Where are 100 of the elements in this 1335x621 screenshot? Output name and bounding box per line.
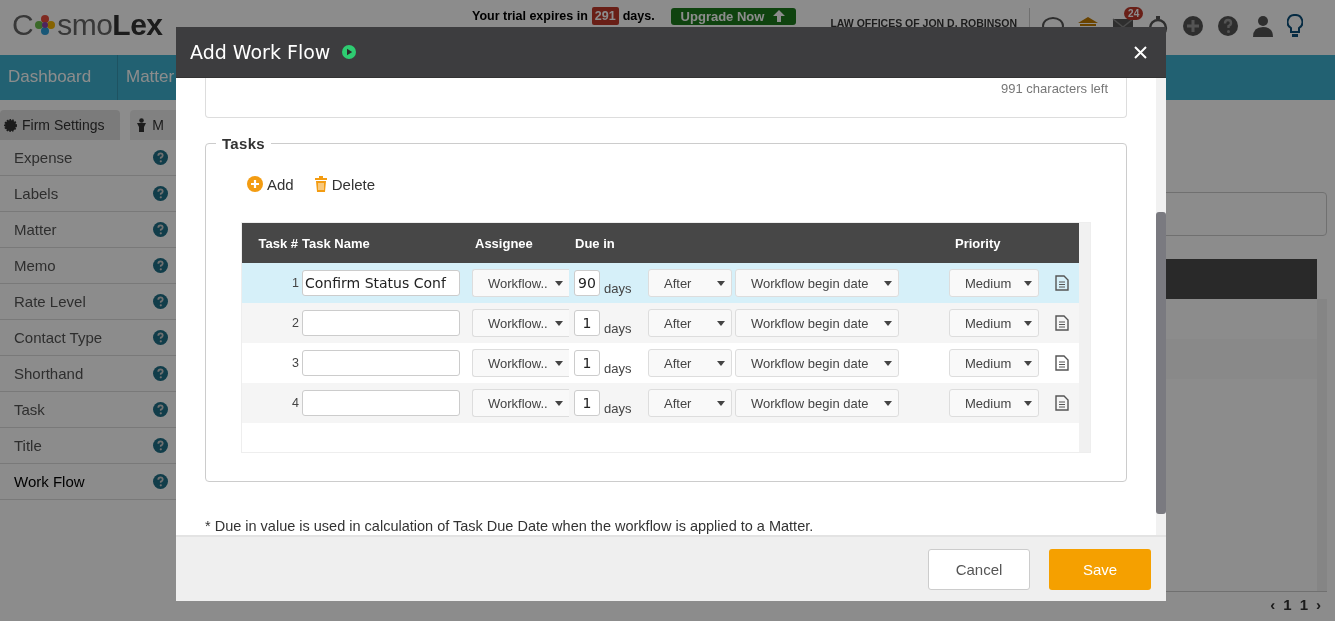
priority-select[interactable]: Medium [949,349,1039,377]
assignee-select[interactable]: Workflow.. [472,349,569,377]
tasks-legend: Tasks [216,135,271,152]
pagination-item[interactable]: 1 [1299,596,1308,613]
relation-select[interactable]: After [648,309,732,337]
assignee-select[interactable]: Workflow.. [472,309,569,337]
help-icon[interactable] [1217,15,1240,37]
relation-select[interactable]: After [648,269,732,297]
caret-icon [555,320,563,326]
due-in-field[interactable]: 1 [574,310,600,336]
characters-left-text: 991 characters left [1001,81,1108,96]
days-label: days [604,279,633,296]
due-in-field[interactable]: 1 [574,390,600,416]
plus-icon[interactable] [1182,15,1205,37]
help-icon[interactable] [153,366,168,381]
firm-name: LAW OFFICES OF JON D. ROBINSON [830,17,1018,29]
pagination-item[interactable]: › [1316,596,1321,613]
base-date-select[interactable]: Workflow begin date [735,349,899,377]
person-icon [136,118,148,132]
column-header: Task Name [302,235,371,251]
document-icon[interactable] [1055,275,1069,291]
due-in-field[interactable]: 90 [574,270,600,296]
days-label: days [604,319,633,336]
caret-icon [1024,280,1032,286]
cancel-button[interactable]: Cancel [928,548,1030,590]
mail-count-badge: 24 [1124,7,1144,20]
table-row[interactable]: 2 Workflow.. 1 days After Workflow begin date Medium [242,303,1079,343]
column-header: Priority [954,235,1002,251]
trash-icon [313,176,328,192]
help-icon[interactable] [153,474,168,489]
caret-icon [717,360,725,366]
caret-icon [884,360,892,366]
delete-button[interactable]: Delete [313,175,376,193]
pagination-item[interactable]: 1 [1283,596,1292,613]
help-icon[interactable] [153,330,168,345]
trial-days-badge: 291 [591,7,619,25]
relation-select[interactable]: After [648,389,732,417]
flower-icon [33,13,58,37]
caret-icon [1024,360,1032,366]
priority-select[interactable]: Medium [949,309,1039,337]
add-button[interactable]: Add [247,175,294,193]
caret-icon [717,280,725,286]
play-icon[interactable] [342,45,357,59]
days-label: days [604,359,633,376]
scrollbar-track[interactable] [1079,223,1090,452]
plus-icon [247,176,263,192]
help-icon[interactable] [153,438,168,453]
relation-select[interactable]: After [648,349,732,377]
base-date-select[interactable]: Workflow begin date [735,309,899,337]
help-icon[interactable] [153,222,168,237]
pagination-item[interactable]: ‹ [1270,596,1276,613]
document-icon[interactable] [1055,355,1069,371]
caret-icon [884,280,892,286]
caret-icon [1024,400,1032,406]
column-header: Assignee [474,235,534,251]
trial-text: Your trial expires in [472,9,588,23]
task-number: 4 [291,396,300,410]
table-row[interactable]: 4 Workflow.. 1 days After Workflow begin date Medium [242,383,1079,423]
caret-icon [884,320,892,326]
document-icon[interactable] [1055,315,1069,331]
column-header: Due in [574,235,616,251]
gear-icon [4,118,17,132]
help-icon[interactable] [153,258,168,273]
settings-tab[interactable]: Firm Settings [0,110,121,140]
caret-icon [555,280,563,286]
lightbulb-icon[interactable] [1287,14,1304,38]
due-in-field[interactable]: 1 [574,350,600,376]
task-name-field[interactable]: Confirm Status Conf [302,270,460,296]
assignee-select[interactable]: Workflow.. [472,389,569,417]
document-icon[interactable] [1055,395,1069,411]
up-arrow-icon [772,9,787,23]
table-row[interactable]: 3 Workflow.. 1 days After Workflow begin date Medium [242,343,1079,383]
column-header: Task # [257,235,299,251]
description-field[interactable]: 991 characters left [205,78,1127,118]
priority-select[interactable]: Medium [949,269,1039,297]
help-icon[interactable] [153,150,168,165]
close-icon[interactable] [1134,45,1147,59]
help-icon[interactable] [153,402,168,417]
days-label: days [604,399,633,416]
task-number: 3 [291,356,300,370]
scrollbar-thumb[interactable] [1156,212,1166,514]
help-icon[interactable] [153,294,168,309]
caret-icon [717,320,725,326]
table-row[interactable]: 1 Confirm Status Conf Workflow.. 90 days After Workflow begin date Medium [242,263,1079,303]
caret-icon [884,400,892,406]
user-icon[interactable] [1252,15,1275,37]
task-name-field[interactable] [302,310,460,336]
task-name-field[interactable] [302,390,460,416]
priority-select[interactable]: Medium [949,389,1039,417]
logo-text: C [12,8,34,42]
help-icon[interactable] [153,186,168,201]
caret-icon [555,400,563,406]
base-date-select[interactable]: Workflow begin date [735,389,899,417]
task-name-field[interactable] [302,350,460,376]
assignee-select[interactable]: Workflow.. [472,269,569,297]
base-date-select[interactable]: Workflow begin date [735,269,899,297]
caret-icon [717,400,725,406]
caret-icon [555,360,563,366]
logo-text: smoLex [57,8,163,42]
task-number: 1 [291,276,300,290]
